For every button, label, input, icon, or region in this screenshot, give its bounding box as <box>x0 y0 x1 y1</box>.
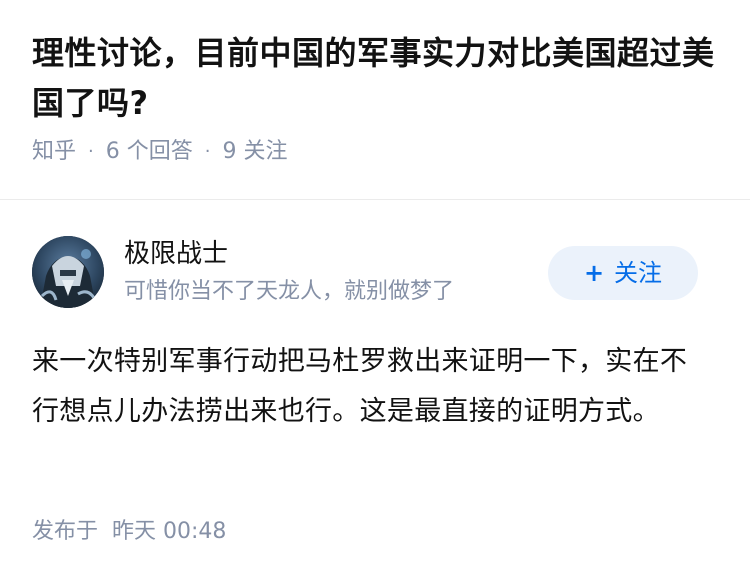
section-divider <box>0 199 750 200</box>
follow-button[interactable]: + 关注 <box>548 246 698 300</box>
answer-content[interactable]: 来一次特别军事行动把马杜罗救出来证明一下，实在不行想点儿办法捞出来也行。这是最直… <box>32 337 712 437</box>
follower-count[interactable]: 9 关注 <box>222 136 287 168</box>
meta-separator: · <box>88 141 94 162</box>
avatar[interactable] <box>32 236 104 308</box>
author-name[interactable]: 极限战士 <box>124 236 228 272</box>
follow-label: 关注 <box>614 259 663 287</box>
question-title[interactable]: 理性讨论，目前中国的军事实力对比美国超过美国了吗? <box>32 28 722 128</box>
author-bio: 可惜你当不了天龙人，就别做梦了 <box>124 279 455 304</box>
answer-count[interactable]: 6 个回答 <box>106 136 193 168</box>
publish-time: 发布于 昨天 00:48 <box>32 516 226 548</box>
author-row: 极限战士 可惜你当不了天龙人，就别做梦了 + 关注 <box>32 236 718 308</box>
published-time: 昨天 00:48 <box>112 519 227 544</box>
question-header: 理性讨论，目前中国的军事实力对比美国超过美国了吗? 知乎 · 6 个回答 · 9… <box>32 28 722 168</box>
avatar-image <box>32 236 104 308</box>
question-meta: 知乎 · 6 个回答 · 9 关注 <box>32 136 722 168</box>
published-label: 发布于 <box>32 519 99 544</box>
plus-icon: + <box>583 259 605 287</box>
meta-separator: · <box>204 141 211 162</box>
source-label[interactable]: 知乎 <box>32 136 76 168</box>
